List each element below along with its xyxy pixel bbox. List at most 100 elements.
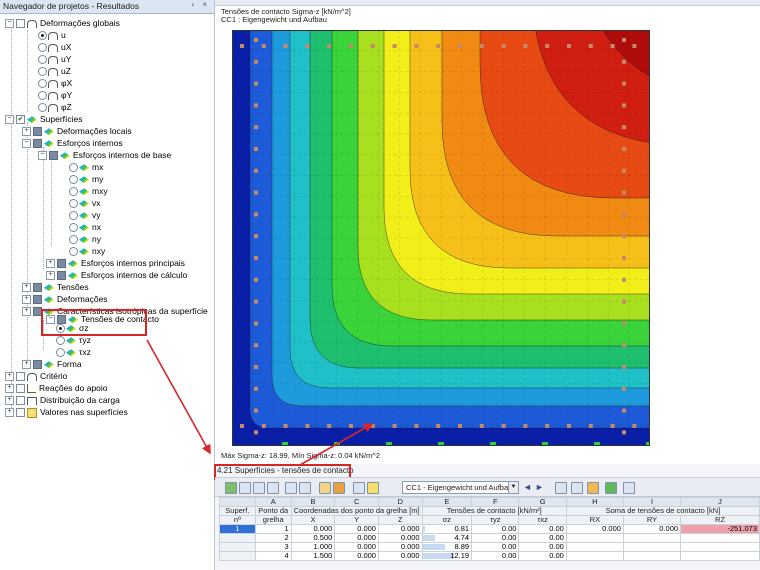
table-cell-tyz[interactable]: 0.00 bbox=[471, 524, 520, 534]
table-cell-rz[interactable]: -251.073 bbox=[680, 524, 760, 534]
tools-icon[interactable] bbox=[571, 482, 583, 494]
table-cell-tyz[interactable]: 0.00 bbox=[471, 542, 520, 552]
table-cell-z[interactable]: 0.000 bbox=[377, 551, 423, 561]
col-letter[interactable]: C bbox=[334, 497, 379, 507]
header-grelha: grelha bbox=[254, 515, 292, 525]
print-icon[interactable] bbox=[623, 482, 635, 494]
header-ry: RY bbox=[622, 515, 682, 525]
table-cell-superf[interactable] bbox=[219, 533, 256, 543]
col-letter[interactable]: I bbox=[622, 497, 682, 507]
rows-icon[interactable] bbox=[267, 482, 279, 494]
loadcase-select[interactable]: CC1 - Eigengewicht und Aufbau ▼ bbox=[402, 481, 519, 494]
table-cell-z[interactable]: 0.000 bbox=[377, 524, 423, 534]
header-superf: Superf. bbox=[219, 506, 256, 516]
table-cell-rz[interactable] bbox=[680, 533, 760, 543]
color-scale-icon[interactable] bbox=[333, 482, 345, 494]
table-row[interactable]: 2 0.500 0.000 0.000 4.74 0.00 0.00 bbox=[219, 533, 760, 543]
table-cell-rx[interactable]: 0.000 bbox=[565, 524, 624, 534]
table-body: 1 1 0.000 0.000 0.000 0.81 0.00 0.00 0.000 0.000-… bbox=[219, 524, 760, 561]
table-cell-superf[interactable] bbox=[219, 551, 256, 561]
table-cell-sz[interactable]: 12.19 bbox=[421, 551, 473, 561]
header-row-1: Superf. Ponto da Coordenadas dos ponto d… bbox=[219, 506, 760, 516]
header-tau-yz: τyz bbox=[471, 515, 520, 525]
header-soma: Soma de tensões de contacto [kN] bbox=[565, 506, 760, 516]
col-letter[interactable]: F bbox=[471, 497, 520, 507]
table-cell-tyz[interactable]: 0.00 bbox=[471, 551, 520, 561]
highlight-icon[interactable] bbox=[587, 482, 599, 494]
note-icon[interactable] bbox=[367, 482, 379, 494]
col-letter[interactable]: A bbox=[254, 497, 292, 507]
cell-value: 8.89 bbox=[454, 542, 470, 551]
table-row[interactable]: 3 1.000 0.000 0.000 8.89 0.00 0.00 bbox=[219, 542, 760, 552]
table-cell-rx[interactable] bbox=[565, 551, 624, 561]
table-cell-superf[interactable] bbox=[219, 542, 256, 552]
value-bar bbox=[423, 544, 446, 550]
col-letter[interactable]: J bbox=[680, 497, 760, 507]
table-row[interactable]: 4 1.500 0.000 0.000 12.19 0.00 0.00 bbox=[219, 551, 760, 561]
next-icon[interactable]: ► bbox=[535, 482, 545, 492]
table-cell-x[interactable]: 1.000 bbox=[290, 542, 336, 552]
filter-icon[interactable] bbox=[239, 482, 251, 494]
table-cell-tyz[interactable]: 0.00 bbox=[471, 533, 520, 543]
chevron-down-icon[interactable]: ▼ bbox=[508, 482, 518, 493]
table-cell-rz[interactable] bbox=[680, 551, 760, 561]
table-cell-grelha[interactable]: 4 bbox=[254, 551, 292, 561]
table-cell-x[interactable]: 0.500 bbox=[290, 533, 336, 543]
pointer-icon[interactable] bbox=[319, 482, 331, 494]
table-cell-sz[interactable]: 4.74 bbox=[421, 533, 473, 543]
table-cell-y[interactable]: 0.000 bbox=[334, 542, 379, 552]
header-tensoes: Tensões de contacto [kN/m²] bbox=[421, 506, 567, 516]
loadcase-select-value: CC1 - Eigengewicht und Aufbau bbox=[406, 483, 513, 492]
excel-icon[interactable] bbox=[605, 482, 617, 494]
arrow-tree-to-table bbox=[146, 339, 211, 455]
table-cell-txz[interactable]: 0.00 bbox=[518, 533, 567, 543]
col-letter[interactable]: D bbox=[377, 497, 423, 507]
table-cell-superf[interactable]: 1 bbox=[219, 524, 256, 534]
table-cell-sz[interactable]: 0.81 bbox=[421, 524, 473, 534]
view-icon[interactable] bbox=[353, 482, 365, 494]
table-cell-txz[interactable]: 0.00 bbox=[518, 542, 567, 552]
table-cell-txz[interactable]: 0.00 bbox=[518, 551, 567, 561]
table-cell-ry[interactable]: 0.000 bbox=[622, 524, 682, 534]
col-letter[interactable]: H bbox=[565, 497, 624, 507]
header-x: X bbox=[290, 515, 336, 525]
cell-value: 12.19 bbox=[450, 551, 470, 560]
header-y: Y bbox=[334, 515, 379, 525]
header-z: Z bbox=[377, 515, 423, 525]
arrow-table-to-plot bbox=[299, 423, 374, 466]
header-sigma-z: σz bbox=[421, 515, 473, 525]
col-letter[interactable]: G bbox=[518, 497, 567, 507]
filter-funnel-icon[interactable] bbox=[555, 482, 567, 494]
table-cell-rx[interactable] bbox=[565, 542, 624, 552]
columns-icon[interactable] bbox=[253, 482, 265, 494]
table-cell-grelha[interactable]: 1 bbox=[254, 524, 292, 534]
col-letter[interactable]: E bbox=[421, 497, 473, 507]
table-cell-grelha[interactable]: 3 bbox=[254, 542, 292, 552]
previous-icon[interactable]: ◄ bbox=[523, 482, 533, 492]
table-cell-rz[interactable] bbox=[680, 542, 760, 552]
table-cell-rx[interactable] bbox=[565, 533, 624, 543]
header-row-2: nº grelha X Y Z σz τyz τxz RX RY RZ bbox=[219, 515, 760, 525]
export-icon[interactable] bbox=[299, 482, 311, 494]
header-tau-xz: τxz bbox=[518, 515, 567, 525]
results-table: A B C D E F G H I J Superf. Ponto da Coo… bbox=[219, 497, 760, 561]
table-cell-y[interactable]: 0.000 bbox=[334, 551, 379, 561]
table-cell-z[interactable]: 0.000 bbox=[377, 533, 423, 543]
table-cell-ry[interactable] bbox=[622, 533, 682, 543]
table-cell-y[interactable]: 0.000 bbox=[334, 524, 379, 534]
table-icon[interactable] bbox=[225, 482, 237, 494]
value-bar bbox=[423, 526, 425, 532]
table-cell-y[interactable]: 0.000 bbox=[334, 533, 379, 543]
table-cell-txz[interactable]: 0.00 bbox=[518, 524, 567, 534]
table-cell-sz[interactable]: 8.89 bbox=[421, 542, 473, 552]
table-cell-z[interactable]: 0.000 bbox=[377, 542, 423, 552]
table-cell-ry[interactable] bbox=[622, 551, 682, 561]
corner-cell bbox=[219, 497, 256, 507]
table-row[interactable]: 1 1 0.000 0.000 0.000 0.81 0.00 0.00 0.000 0.000-… bbox=[219, 524, 760, 534]
import-icon[interactable] bbox=[285, 482, 297, 494]
col-letter[interactable]: B bbox=[290, 497, 336, 507]
table-cell-ry[interactable] bbox=[622, 542, 682, 552]
table-cell-x[interactable]: 1.500 bbox=[290, 551, 336, 561]
table-cell-x[interactable]: 0.000 bbox=[290, 524, 336, 534]
table-cell-grelha[interactable]: 2 bbox=[254, 533, 292, 543]
